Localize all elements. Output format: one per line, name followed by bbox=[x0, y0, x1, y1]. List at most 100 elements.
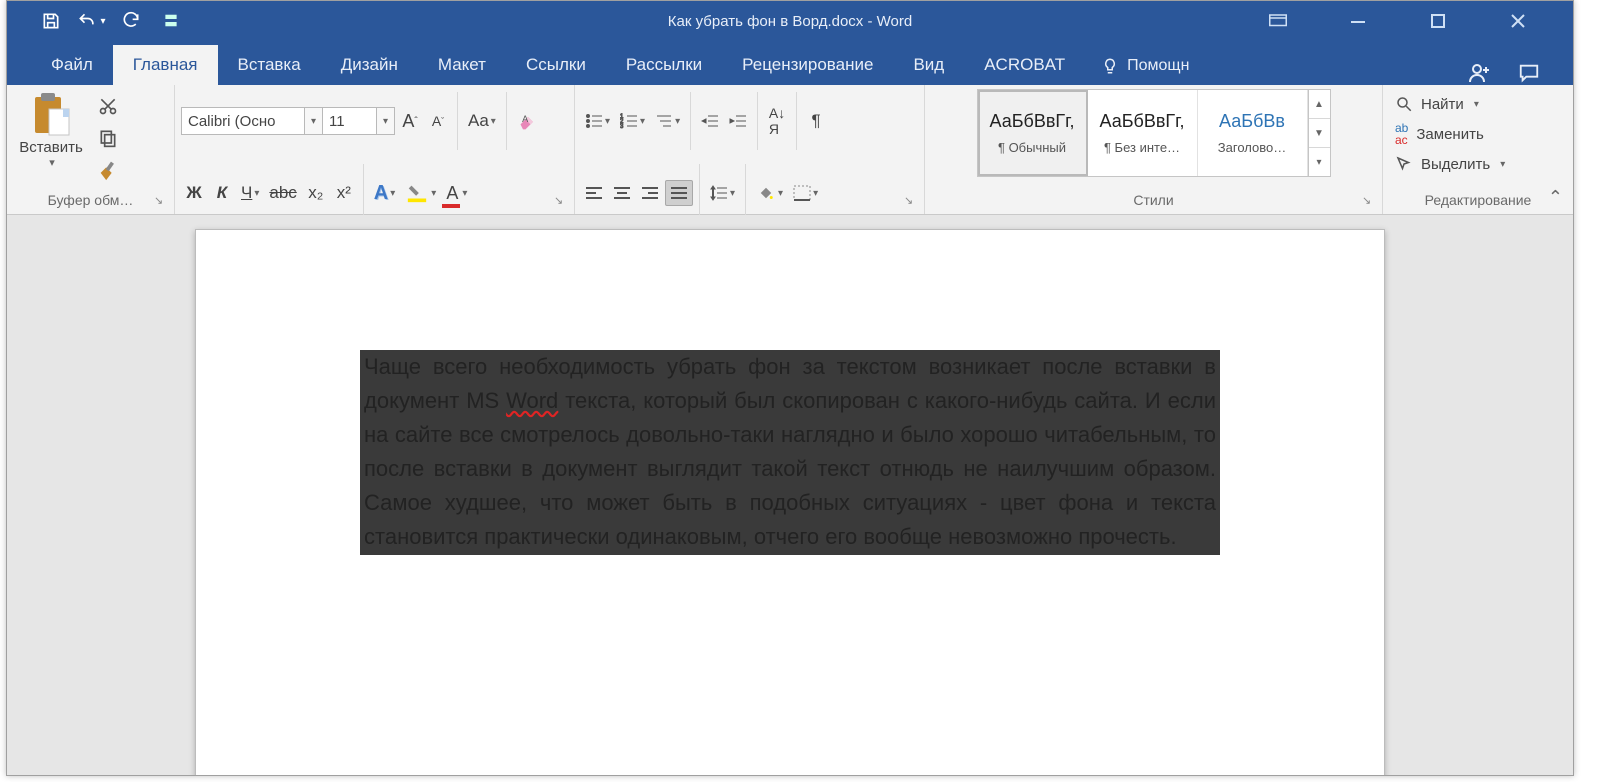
window-controls bbox=[1253, 1, 1573, 41]
search-icon bbox=[1395, 95, 1413, 113]
titlebar: ▾ 〓 Как убрать фон в Ворд.docx - Word bbox=[7, 1, 1573, 41]
tab-mailings[interactable]: Рассылки bbox=[606, 45, 722, 85]
find-button[interactable]: Найти▾ bbox=[1389, 91, 1511, 117]
tab-design[interactable]: Дизайн bbox=[321, 45, 418, 85]
text-effects-button[interactable]: A▾ bbox=[370, 179, 399, 208]
collapse-ribbon-button[interactable]: ⌃ bbox=[1548, 187, 1563, 208]
styles-launcher[interactable]: ↘ bbox=[1362, 194, 1376, 208]
group-label-editing: Редактирование bbox=[1389, 188, 1567, 214]
qat-customize-button[interactable]: 〓 bbox=[153, 7, 189, 35]
font-name-input[interactable] bbox=[181, 107, 305, 135]
paragraph-launcher[interactable]: ↘ bbox=[904, 194, 918, 208]
align-right-icon bbox=[641, 186, 659, 200]
tab-review[interactable]: Рецензирование bbox=[722, 45, 893, 85]
person-add-icon bbox=[1467, 61, 1491, 85]
undo-button[interactable]: ▾ bbox=[73, 7, 109, 35]
replace-button[interactable]: abac Заменить bbox=[1389, 118, 1511, 150]
shrink-font-button[interactable]: Aˇ bbox=[425, 108, 451, 134]
tab-references[interactable]: Ссылки bbox=[506, 45, 606, 85]
styles-expand[interactable]: ▾ bbox=[1309, 148, 1330, 176]
justify-button[interactable] bbox=[665, 180, 693, 206]
group-font: ▾ ▾ Aˆ Aˇ Aa▾ A Ж bbox=[175, 85, 575, 214]
tab-layout[interactable]: Макет bbox=[418, 45, 506, 85]
save-button[interactable] bbox=[33, 7, 69, 35]
style-name: ¶ Обычный bbox=[978, 140, 1087, 155]
align-center-button[interactable] bbox=[609, 180, 635, 206]
font-launcher[interactable]: ↘ bbox=[554, 194, 568, 208]
document-paragraph[interactable]: Чаще всего необходимость убрать фон за т… bbox=[360, 350, 1220, 555]
italic-button[interactable]: К bbox=[209, 180, 235, 206]
group-label-styles: Стили bbox=[931, 188, 1376, 214]
outdent-icon bbox=[701, 113, 719, 129]
comments-button[interactable] bbox=[1517, 62, 1541, 84]
close-button[interactable] bbox=[1493, 1, 1543, 41]
clipboard-launcher[interactable]: ↘ bbox=[154, 194, 168, 208]
shading-button[interactable]: ▾ bbox=[752, 180, 787, 206]
group-label-clipboard: Буфер обм… bbox=[13, 188, 168, 214]
numbering-button[interactable]: 123▾ bbox=[616, 108, 649, 134]
align-right-button[interactable] bbox=[637, 180, 663, 206]
increase-indent-button[interactable] bbox=[725, 108, 751, 134]
svg-text:A: A bbox=[522, 114, 529, 124]
eraser-icon: A bbox=[517, 111, 539, 131]
sort-button[interactable]: А↓Я bbox=[764, 102, 790, 140]
bold-button[interactable]: Ж bbox=[181, 180, 207, 206]
font-size-dropdown[interactable]: ▾ bbox=[377, 107, 395, 135]
align-center-icon bbox=[613, 186, 631, 200]
tab-home[interactable]: Главная bbox=[113, 45, 218, 85]
highlighted-text-block[interactable]: Чаще всего необходимость убрать фон за т… bbox=[360, 350, 1220, 555]
cursor-icon bbox=[1395, 155, 1413, 173]
share-button[interactable] bbox=[1467, 61, 1491, 85]
quick-access-toolbar: ▾ 〓 bbox=[7, 1, 199, 41]
strikethrough-button[interactable]: abc bbox=[265, 180, 300, 206]
style-preview: АаБбВв bbox=[1198, 111, 1307, 132]
minimize-button[interactable] bbox=[1333, 1, 1383, 41]
styles-gallery: АаБбВвГг, ¶ Обычный АаБбВвГг, ¶ Без инте… bbox=[977, 89, 1331, 177]
paste-button[interactable]: Вставить ▾ bbox=[13, 89, 89, 169]
tab-acrobat[interactable]: ACROBAT bbox=[964, 45, 1085, 85]
tab-file[interactable]: Файл bbox=[31, 45, 113, 85]
bullets-button[interactable]: ▾ bbox=[581, 108, 614, 134]
grow-font-button[interactable]: Aˆ bbox=[397, 108, 423, 135]
replace-icon: abac bbox=[1395, 122, 1408, 146]
font-size-input[interactable] bbox=[323, 107, 377, 135]
clear-formatting-button[interactable]: A bbox=[513, 108, 543, 134]
find-label: Найти bbox=[1421, 96, 1464, 113]
select-button[interactable]: Выделить▾ bbox=[1389, 151, 1511, 177]
tell-me-search[interactable]: Помощн bbox=[1085, 47, 1205, 85]
align-left-icon bbox=[585, 186, 603, 200]
highlighter-icon bbox=[405, 182, 429, 204]
ribbon: Вставить ▾ Буфер обм… ↘ bbox=[7, 85, 1573, 215]
ribbon-display-options-button[interactable] bbox=[1253, 1, 1303, 41]
styles-scroll-down[interactable]: ▼ bbox=[1309, 119, 1330, 148]
document-canvas[interactable]: Чаще всего необходимость убрать фон за т… bbox=[7, 215, 1573, 775]
line-spacing-button[interactable]: ▾ bbox=[706, 180, 739, 206]
redo-button[interactable] bbox=[113, 7, 149, 35]
maximize-button[interactable] bbox=[1413, 1, 1463, 41]
group-clipboard: Вставить ▾ Буфер обм… ↘ bbox=[7, 85, 175, 214]
spelling-error[interactable]: Word bbox=[506, 388, 558, 413]
page[interactable]: Чаще всего необходимость убрать фон за т… bbox=[195, 229, 1385, 775]
superscript-button[interactable]: x² bbox=[331, 180, 357, 206]
tab-insert[interactable]: Вставка bbox=[218, 45, 321, 85]
subscript-button[interactable]: x₂ bbox=[303, 180, 329, 206]
style-no-spacing[interactable]: АаБбВвГг, ¶ Без инте… bbox=[1088, 90, 1198, 176]
style-normal[interactable]: АаБбВвГг, ¶ Обычный bbox=[978, 90, 1088, 176]
align-left-button[interactable] bbox=[581, 180, 607, 206]
decrease-indent-button[interactable] bbox=[697, 108, 723, 134]
font-name-dropdown[interactable]: ▾ bbox=[305, 107, 323, 135]
tab-view[interactable]: Вид bbox=[893, 45, 964, 85]
styles-scroll-up[interactable]: ▲ bbox=[1309, 90, 1330, 119]
highlight-button[interactable]: ▾ bbox=[401, 179, 440, 207]
change-case-button[interactable]: Aa▾ bbox=[464, 108, 500, 134]
svg-text:3: 3 bbox=[620, 124, 624, 129]
show-marks-button[interactable]: ¶ bbox=[803, 108, 829, 134]
format-painter-button[interactable] bbox=[93, 157, 123, 185]
multilevel-list-button[interactable]: ▾ bbox=[651, 108, 684, 134]
borders-button[interactable]: ▾ bbox=[789, 180, 822, 206]
copy-button[interactable] bbox=[93, 125, 123, 151]
cut-button[interactable] bbox=[93, 93, 123, 119]
font-color-button[interactable]: A▾ bbox=[442, 179, 471, 207]
style-heading1[interactable]: АаБбВв Заголово… bbox=[1198, 90, 1308, 176]
underline-button[interactable]: Ч▾ bbox=[237, 180, 263, 206]
